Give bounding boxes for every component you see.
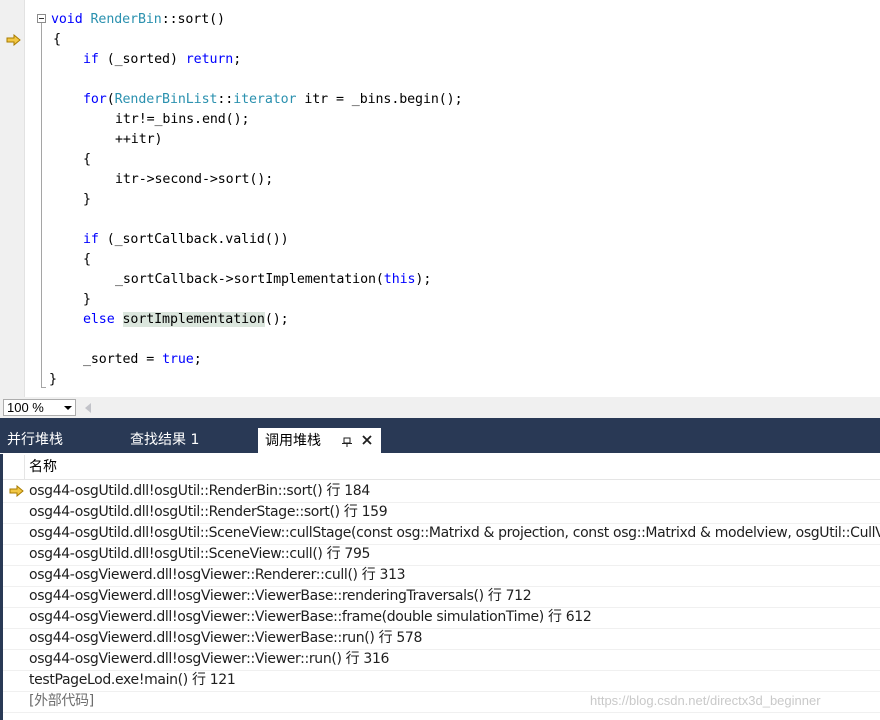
execution-arrow-icon [6,34,21,46]
frame-text: osg44-osgViewerd.dll!osgViewer::Renderer… [29,567,406,583]
code-line-4: for(RenderBinList::iterator itr = _bins.… [83,92,463,107]
outline-end [41,387,46,388]
close-icon[interactable] [360,433,374,447]
call-stack-row[interactable]: osg44-osgViewerd.dll!osgViewer::ViewerBa… [3,607,880,629]
code-line-16: } [49,372,57,387]
call-stack-row[interactable]: osg44-osgUtild.dll!osgUtil::RenderBin::s… [3,481,880,503]
frame-text: osg44-osgUtild.dll!osgUtil::RenderStage:… [29,504,388,520]
zoom-value: 100 % [7,400,44,415]
editor-status-bar: 100 % [0,397,880,418]
frame-text: osg44-osgUtild.dll!osgUtil::RenderBin::s… [29,483,370,499]
code-line-15: _sorted = true; [83,352,202,367]
code-editor[interactable]: void RenderBin::sort() { if (_sorted) re… [0,0,880,397]
zoom-select[interactable]: 100 % [3,399,76,416]
frame-text: osg44-osgUtild.dll!osgUtil::SceneView::c… [29,525,880,541]
call-stack-row[interactable]: osg44-osgUtild.dll!osgUtil::SceneView::c… [3,544,880,566]
code-line-5: itr!=_bins.end(); [115,112,250,127]
scroll-left-icon[interactable] [85,403,91,413]
column-separator[interactable] [24,455,25,479]
tab-find-results[interactable]: 查找结果 1 [130,428,199,453]
code-line-10: if (_sortCallback.valid()) [83,232,289,247]
call-stack-row[interactable]: osg44-osgViewerd.dll!osgViewer::ViewerBa… [3,628,880,650]
code-line-8: itr->second->sort(); [115,172,274,187]
editor-margin[interactable] [0,0,25,397]
code-line-12: _sortCallback->sortImplementation(this); [115,272,432,287]
code-line-2: { [53,32,61,47]
outline-line [41,23,42,388]
call-stack-row[interactable]: osg44-osgViewerd.dll!osgViewer::ViewerBa… [3,586,880,608]
code-line-6: ++itr) [115,132,163,147]
call-stack-row[interactable]: testPageLod.exe!main() 行 121 [3,670,880,692]
code-line-7: { [83,152,91,167]
frame-text: osg44-osgViewerd.dll!osgViewer::Viewer::… [29,651,390,667]
frame-text: [外部代码] [29,693,94,709]
pin-icon[interactable] [340,434,354,448]
call-stack-row[interactable]: osg44-osgUtild.dll!osgUtil::SceneView::c… [3,523,880,545]
tab-parallel-stacks[interactable]: 并行堆栈 [7,428,63,453]
frame-text: osg44-osgUtild.dll!osgUtil::SceneView::c… [29,546,371,562]
watermark: https://blog.csdn.net/directx3d_beginner [590,693,821,708]
code-line-3: if (_sorted) return; [83,52,242,67]
column-header-row [3,455,880,480]
code-line-11: { [83,252,91,267]
frame-text: testPageLod.exe!main() 行 121 [29,672,236,688]
code-line-13: } [83,292,91,307]
frame-text: osg44-osgViewerd.dll!osgViewer::ViewerBa… [29,588,532,604]
frame-text: osg44-osgViewerd.dll!osgViewer::ViewerBa… [29,609,592,625]
call-stack-row[interactable]: osg44-osgViewerd.dll!osgViewer::Viewer::… [3,649,880,671]
current-frame-arrow-icon [9,485,24,497]
tab-call-stack-label: 调用堆栈 [265,433,321,449]
code-line-9: } [83,192,91,207]
collapse-icon[interactable] [37,14,46,23]
frame-text: osg44-osgViewerd.dll!osgViewer::ViewerBa… [29,630,423,646]
code-line-14: else sortImplementation(); [83,312,289,327]
call-stack-row[interactable]: osg44-osgUtild.dll!osgUtil::RenderStage:… [3,502,880,524]
dropdown-caret-icon [64,406,72,410]
call-stack-row[interactable]: osg44-osgViewerd.dll!osgViewer::Renderer… [3,565,880,587]
code-line-1: void RenderBin::sort() [51,12,225,27]
column-header-name[interactable]: 名称 [29,455,57,479]
